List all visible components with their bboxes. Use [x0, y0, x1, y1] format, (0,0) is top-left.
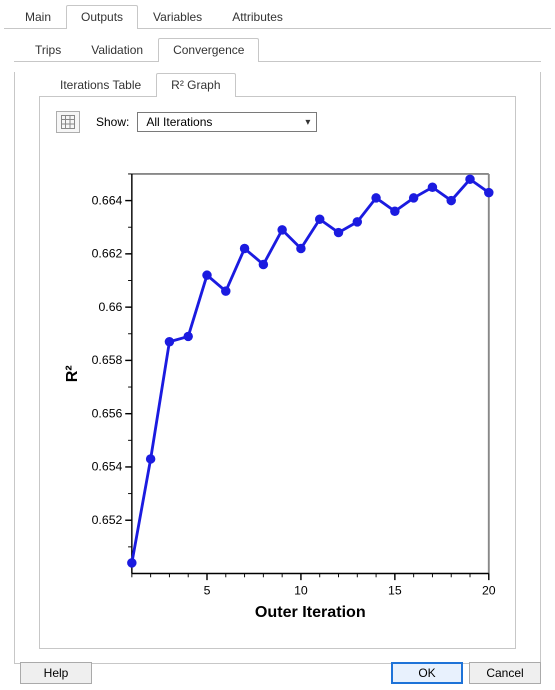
tab-r2-graph[interactable]: R² Graph	[156, 73, 235, 97]
y-axis-label: R²	[63, 365, 81, 383]
chevron-down-icon: ▾	[305, 117, 310, 128]
tab-attributes[interactable]: Attributes	[217, 5, 298, 29]
dialog-footer: Help OK Cancel	[0, 656, 555, 690]
help-button[interactable]: Help	[20, 662, 92, 684]
grid-toggle-button[interactable]	[56, 111, 80, 133]
svg-text:5: 5	[204, 583, 211, 597]
tab-convergence[interactable]: Convergence	[158, 38, 259, 62]
svg-text:0.654: 0.654	[92, 460, 123, 474]
svg-text:20: 20	[482, 583, 496, 597]
inner-tabstrip: Iterations Table R² Graph	[39, 72, 516, 97]
show-label: Show:	[96, 115, 129, 129]
r2-chart: 0.652 0.654 0.656 0.658 0.66 0.662 0.664 5 10 15 2…	[58, 151, 503, 640]
grid-icon	[61, 115, 75, 129]
tab-validation[interactable]: Validation	[76, 38, 158, 62]
chart-controls: Show: All Iterations ▾	[40, 97, 515, 139]
ok-button[interactable]: OK	[391, 662, 463, 684]
outer-tabstrip: Main Outputs Variables Attributes	[4, 4, 551, 29]
tab-trips[interactable]: Trips	[20, 38, 76, 62]
svg-text:10: 10	[294, 583, 308, 597]
svg-text:0.656: 0.656	[92, 406, 123, 420]
show-combobox[interactable]: All Iterations ▾	[137, 112, 317, 132]
mid-tabstrip: Trips Validation Convergence	[14, 37, 541, 62]
svg-text:0.662: 0.662	[92, 247, 123, 261]
tab-main[interactable]: Main	[10, 5, 66, 29]
svg-text:0.652: 0.652	[92, 513, 123, 527]
tab-iterations-table[interactable]: Iterations Table	[45, 73, 156, 97]
tab-outputs[interactable]: Outputs	[66, 5, 138, 29]
svg-text:0.66: 0.66	[98, 300, 122, 314]
svg-text:15: 15	[388, 583, 402, 597]
svg-text:0.664: 0.664	[92, 193, 123, 207]
tab-variables[interactable]: Variables	[138, 5, 217, 29]
r2-graph-panel: Show: All Iterations ▾ 0.6520.6540.6560.…	[39, 97, 516, 649]
x-axis-label: Outer Iteration	[255, 603, 366, 621]
show-combobox-value: All Iterations	[146, 115, 212, 129]
convergence-panel: Iterations Table R² Graph Show: All Iter…	[14, 72, 541, 664]
svg-text:0.658: 0.658	[92, 353, 123, 367]
cancel-button[interactable]: Cancel	[469, 662, 541, 684]
